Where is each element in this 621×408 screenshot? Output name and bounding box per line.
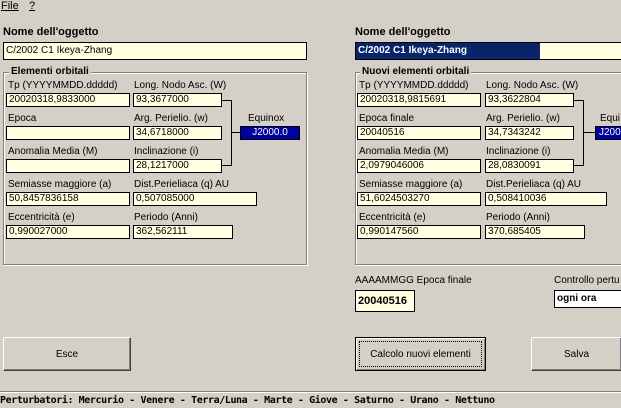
right-anomaly-label: Anomalia Media (M)	[359, 146, 449, 157]
right-period-field[interactable]: 370,685405	[485, 225, 585, 239]
final-epoch-label: AAAAMMGG Epoca finale	[355, 275, 472, 286]
right-perihelion-label: Arg. Perielio. (w)	[486, 113, 560, 124]
right-perihelion-dist-field[interactable]: 0,508410036	[485, 192, 607, 206]
right-perihelion-dist-label: Dist.Perieliaca (q) AU	[486, 179, 582, 190]
left-equinox-label: Equinox	[248, 113, 285, 124]
save-button[interactable]: Salva	[531, 337, 621, 371]
left-semiaxis-field[interactable]: 50,8457836158	[6, 192, 130, 206]
left-semiaxis-label: Semiasse maggiore (a)	[8, 179, 112, 190]
right-ecc-field[interactable]: 0,990147560	[357, 225, 481, 239]
right-object-title: Nome dell'oggetto	[355, 26, 451, 38]
left-ecc-label: Eccentricità (e)	[8, 212, 75, 223]
left-equinox-connector	[232, 132, 240, 133]
right-ecc-label: Eccentricità (e)	[359, 212, 426, 223]
right-group-title: Nuovi elementi orbitali	[360, 66, 472, 77]
control-label: Controllo pertu	[554, 275, 620, 286]
right-equinox-field[interactable]: J200	[595, 126, 621, 140]
left-epoch-label: Epoca	[8, 113, 37, 124]
left-equinox-bracket	[222, 100, 232, 166]
left-node-label: Long. Nodo Asc. (W)	[134, 80, 227, 91]
left-perihelion-dist-label: Dist.Perieliaca (q) AU	[134, 179, 230, 190]
left-object-title: Nome dell'oggetto	[3, 26, 99, 38]
left-incl-label: Inclinazione (i)	[134, 146, 199, 157]
control-select[interactable]: ogni ora	[554, 290, 621, 308]
left-perihelion-field[interactable]: 34,6718000	[133, 126, 222, 140]
right-object-name-selection: C/2002 C1 Ikeya-Zhang	[356, 43, 540, 59]
right-incl-field[interactable]: 28,0830091	[485, 159, 574, 173]
left-ecc-field[interactable]: 0,990027000	[6, 225, 130, 239]
right-equinox-label: Equi	[600, 113, 621, 124]
menu-bar: File ?	[0, 0, 621, 14]
left-equinox-field[interactable]: J2000.0	[240, 126, 300, 140]
right-period-label: Periodo (Anni)	[486, 212, 550, 223]
right-equinox-connector	[584, 132, 595, 133]
left-tp-field[interactable]: 20020318,9833000	[6, 93, 130, 107]
right-node-field[interactable]: 93,3622804	[485, 93, 574, 107]
left-node-field[interactable]: 93,3677000	[133, 93, 222, 107]
menu-file[interactable]: File	[1, 0, 19, 12]
right-perihelion-field[interactable]: 34,7343242	[485, 126, 574, 140]
left-tp-label: Tp (YYYYMMDD.ddddd)	[8, 80, 118, 91]
left-period-field[interactable]: 362,562111	[133, 225, 233, 239]
left-anomaly-field[interactable]	[6, 159, 130, 173]
right-object-name-field[interactable]: C/2002 C1 Ikeya-Zhang	[355, 42, 621, 60]
right-anomaly-field[interactable]: 2,0979046006	[357, 159, 481, 173]
left-anomaly-label: Anomalia Media (M)	[8, 146, 98, 157]
right-tp-label: Tp (YYYYMMDD.ddddd)	[359, 80, 469, 91]
right-epoch-field[interactable]: 20040516	[357, 126, 481, 140]
final-epoch-field[interactable]: 20040516	[355, 290, 415, 312]
menu-help[interactable]: ?	[29, 0, 35, 12]
perturbers-footer: Perturbatori: Mercurio - Venere - Terra/…	[0, 395, 495, 406]
right-semiaxis-label: Semiasse maggiore (a)	[359, 179, 463, 190]
right-tp-field[interactable]: 20020318,9815691	[357, 93, 481, 107]
right-epoch-label: Epoca finale	[359, 113, 415, 124]
left-incl-field[interactable]: 28,1217000	[133, 159, 222, 173]
compute-button[interactable]: Calcolo nuovi elementi	[355, 337, 486, 371]
exit-button[interactable]: Esce	[3, 337, 131, 371]
left-object-name-field[interactable]: C/2002 C1 Ikeya-Zhang	[3, 42, 307, 60]
left-perihelion-label: Arg. Perielio. (w)	[134, 113, 208, 124]
left-group-title: Elementi orbitali	[9, 66, 91, 77]
left-perihelion-dist-field[interactable]: 0,507085000	[133, 192, 257, 206]
right-incl-label: Inclinazione (i)	[486, 146, 551, 157]
footer-separator	[0, 391, 621, 393]
left-period-label: Periodo (Anni)	[134, 212, 198, 223]
left-epoch-field[interactable]	[6, 126, 130, 140]
right-node-label: Long. Nodo Asc. (W)	[486, 80, 579, 91]
right-equinox-bracket	[574, 100, 584, 166]
right-semiaxis-field[interactable]: 51,6024503270	[357, 192, 481, 206]
